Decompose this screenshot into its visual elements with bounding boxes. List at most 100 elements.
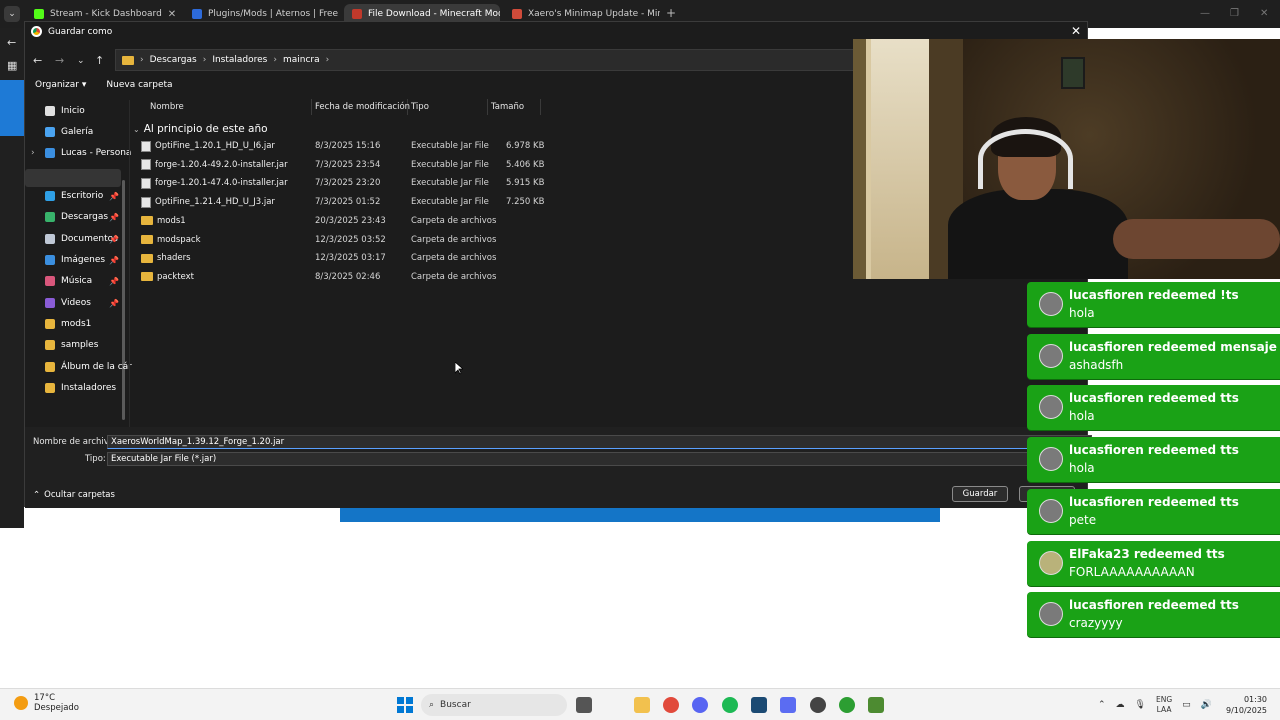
column-divider[interactable]	[540, 99, 541, 115]
maximize-icon[interactable]: ❐	[1230, 8, 1239, 19]
alert-user: ElFaka23 redeemed tts	[1069, 546, 1225, 561]
sidebar-item[interactable]: Videos	[45, 298, 91, 308]
sidebar-item-label: Videos	[61, 298, 91, 308]
streamer-body	[948, 189, 1128, 279]
address-bar[interactable]: › Descargas › Instaladores › maincra ›	[115, 49, 855, 71]
close-tab-icon[interactable]: ✕	[168, 9, 176, 20]
xbox-icon[interactable]	[839, 697, 855, 713]
breadcrumb-maincra[interactable]: maincra	[283, 55, 320, 65]
new-tab-button[interactable]: +	[666, 6, 676, 20]
forward-arrow-icon[interactable]: →	[55, 54, 64, 67]
avatar	[1039, 498, 1063, 523]
file-row[interactable]: forge-1.20.4-49.2.0-installer.jar 7/3/202…	[141, 156, 544, 174]
column-header-name[interactable]: Nombre	[150, 102, 184, 112]
task-view-icon[interactable]	[576, 697, 592, 713]
filename-input[interactable]: XaerosWorldMap_1.39.12_Forge_1.20.jar	[107, 435, 1092, 449]
sidebar-item[interactable]: Galería	[45, 127, 93, 137]
column-divider[interactable]	[487, 99, 488, 115]
file-row[interactable]: OptiFine_1.21.4_HD_U_J3.jar 7/3/2025 01:5…	[141, 193, 544, 211]
microphone-icon[interactable]: 🎙	[1135, 700, 1146, 710]
sidebar-item[interactable]: Instaladores	[45, 383, 116, 393]
chevron-up-icon: ⌃	[33, 490, 41, 500]
video-icon	[45, 298, 55, 308]
sidebar-item[interactable]: Imágenes	[45, 255, 105, 265]
sidebar-item[interactable]: Escritorio	[45, 191, 103, 201]
weather-widget[interactable]: 17°C Despejado	[14, 693, 79, 713]
hide-folders-label: Ocultar carpetas	[44, 490, 115, 500]
show-hidden-icons-icon[interactable]: ⌃	[1098, 700, 1106, 710]
curseforge-icon	[352, 9, 362, 19]
file-date: 7/3/2025 01:52	[315, 197, 381, 208]
clock[interactable]: 01:30 9/10/2025	[1226, 694, 1267, 716]
column-header-date[interactable]: Fecha de modificación	[315, 102, 410, 112]
weather-desc: Despejado	[34, 703, 79, 713]
sidebar-item[interactable]: Documentos	[45, 234, 118, 244]
column-divider[interactable]	[311, 99, 312, 115]
sidebar-item[interactable]: mods1	[45, 319, 91, 329]
file-row[interactable]: OptiFine_1.20.1_HD_U_I6.jar 8/3/2025 15:1…	[141, 137, 544, 155]
display-icon[interactable]: ▭	[1182, 700, 1191, 710]
file-row[interactable]: mods1 20/3/2025 23:43 Carpeta de archivos	[141, 212, 496, 230]
chevron-down-icon: ⌄	[133, 124, 140, 134]
minimize-icon[interactable]: —	[1200, 8, 1210, 19]
expand-chevron-icon[interactable]: ›	[31, 148, 35, 158]
group-header[interactable]: ⌄ Al principio de este año	[133, 123, 268, 135]
pictures-icon	[45, 255, 55, 265]
minecraft-icon[interactable]	[868, 697, 884, 713]
windows-logo-pane	[397, 706, 404, 713]
up-arrow-icon[interactable]: ↑	[95, 54, 104, 67]
file-size: 7.250 KB	[506, 197, 545, 208]
discord-icon[interactable]	[692, 697, 708, 713]
start-button[interactable]	[397, 697, 413, 713]
new-folder-button[interactable]: Nueva carpeta	[106, 80, 172, 90]
filetype-select[interactable]: Executable Jar File (*.jar)	[107, 452, 1092, 466]
column-header-size[interactable]: Tamaño	[491, 102, 524, 112]
vpn-icon[interactable]	[780, 697, 796, 713]
onedrive-icon[interactable]: ☁	[1116, 700, 1125, 710]
breadcrumb-instaladores[interactable]: Instaladores	[212, 55, 267, 65]
sidebar-item[interactable]: › Lucas - Persona	[31, 148, 131, 158]
pane-divider[interactable]	[129, 100, 130, 427]
sidebar-item[interactable]: Música	[45, 276, 92, 286]
sidebar-scrollbar[interactable]	[122, 180, 125, 420]
file-row[interactable]: shaders 12/3/2025 03:17 Carpeta de archivo…	[141, 249, 496, 267]
windows-logo-pane	[406, 697, 413, 704]
chrome-icon[interactable]	[663, 697, 679, 713]
breadcrumb-descargas[interactable]: Descargas	[150, 55, 197, 65]
tab-search-button[interactable]: ⌄	[4, 6, 20, 22]
sidebar-item[interactable]: Álbum de la cár	[45, 362, 132, 372]
folder-icon	[45, 362, 55, 372]
sidebar-item[interactable]: samples	[45, 340, 98, 350]
steam-icon[interactable]	[751, 697, 767, 713]
sidebar-item-label: Galería	[61, 127, 94, 137]
apps-grid-icon[interactable]: ▦	[7, 59, 17, 72]
game-icon[interactable]	[810, 697, 826, 713]
sidebar-item-label: Imágenes	[61, 255, 106, 265]
volume-icon[interactable]: 🔊	[1201, 700, 1212, 710]
recent-locations-icon[interactable]: ⌄	[77, 56, 85, 66]
hide-folders-toggle[interactable]: ⌃ Ocultar carpetas	[33, 490, 115, 500]
back-arrow-icon[interactable]: ←	[33, 54, 42, 67]
organize-button[interactable]: Organizar ▾	[35, 80, 86, 90]
explorer-icon[interactable]	[634, 697, 650, 713]
avatar	[1039, 395, 1063, 420]
folder-icon	[141, 253, 153, 263]
sidebar-item[interactable]: Inicio	[45, 106, 85, 116]
save-button[interactable]: Guardar	[952, 486, 1008, 502]
file-row[interactable]: forge-1.20.1-47.4.0-installer.jar 7/3/202…	[141, 174, 544, 192]
file-row[interactable]: packtext 8/3/2025 02:46 Carpeta de archivo…	[141, 268, 496, 286]
taskbar-search[interactable]: ⌕ Buscar	[421, 694, 567, 716]
back-icon[interactable]: ←	[7, 36, 16, 49]
mouse-cursor-icon	[455, 362, 463, 375]
column-header-type[interactable]: Tipo	[411, 102, 429, 112]
file-name: packtext	[157, 271, 194, 282]
window-close-icon[interactable]: ✕	[1260, 8, 1268, 19]
spotify-icon[interactable]	[722, 697, 738, 713]
file-row[interactable]: modspack 12/3/2025 03:52 Carpeta de archiv…	[141, 231, 496, 249]
sidebar-item[interactable]: Descargas	[45, 212, 108, 222]
language-indicator[interactable]: ENG LAA	[1156, 695, 1172, 715]
dialog-close-button[interactable]: ✕	[1071, 24, 1081, 38]
pin-icon: 📌	[109, 299, 119, 308]
file-type: Executable Jar File	[411, 141, 489, 151]
pin-icon: 📌	[109, 213, 119, 222]
